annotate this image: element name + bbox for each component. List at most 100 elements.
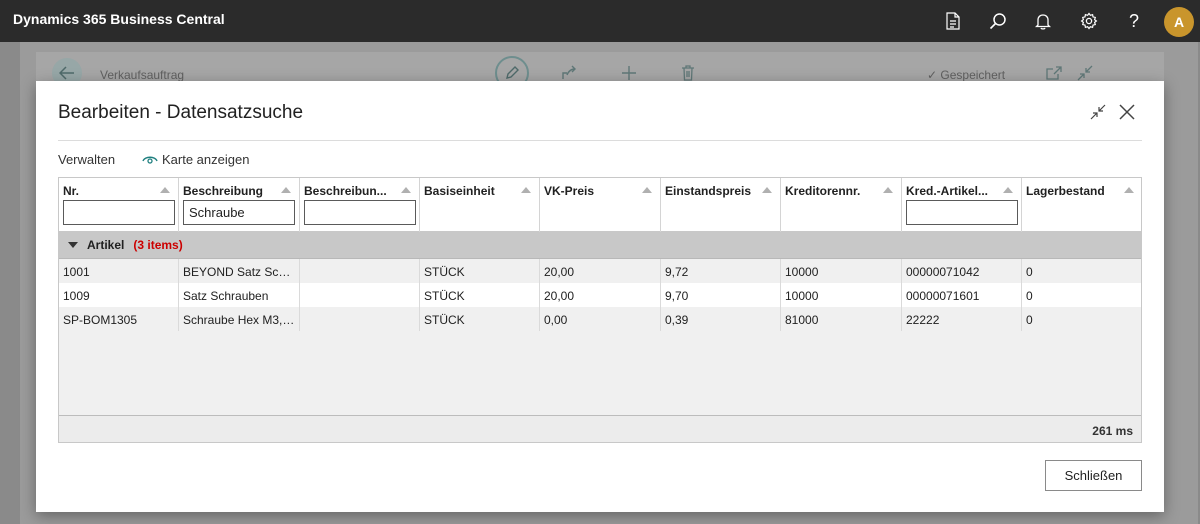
column-header-nr[interactable]: Nr.: [59, 178, 179, 232]
cell-beschreibung: BEYOND Satz Schr...: [179, 259, 300, 283]
cell-basiseinheit: STÜCK: [420, 307, 540, 331]
search-icon[interactable]: [987, 10, 1009, 32]
app-title: Dynamics 365 Business Central: [13, 11, 225, 27]
cell-lagerbestand: 0: [1026, 289, 1033, 303]
results-grid: Nr. Beschreibung Beschreibun... Basisein…: [58, 177, 1142, 443]
close-dialog-button[interactable]: [1115, 100, 1139, 124]
grid-empty-area: [59, 331, 1141, 416]
group-count: (3 items): [133, 238, 183, 252]
filter-input-beschreibung[interactable]: [183, 200, 295, 225]
collapse-icon: [1090, 104, 1106, 120]
cell-kred-artikel: 00000071601: [902, 283, 1022, 307]
cell-beschreibung-2: [300, 283, 420, 307]
cell-lagerbestand: 0: [1026, 313, 1033, 327]
column-label: Einstandspreis: [665, 184, 752, 198]
sort-icon[interactable]: [281, 187, 291, 193]
saved-status-label: Gespeichert: [940, 68, 1006, 82]
column-label: Kreditorennr.: [785, 184, 861, 198]
saved-status: ✓ Gespeichert: [927, 68, 1005, 82]
sort-icon[interactable]: [521, 187, 531, 193]
filter-input-kred-artikel[interactable]: [906, 200, 1018, 225]
sort-icon[interactable]: [642, 187, 652, 193]
collapse-icon[interactable]: [1075, 64, 1095, 82]
sort-icon[interactable]: [762, 187, 772, 193]
cell-vk-preis: 20,00: [540, 283, 661, 307]
column-header-basiseinheit[interactable]: Basiseinheit: [420, 178, 540, 232]
app-bar: Dynamics 365 Business Central ? A: [0, 0, 1200, 42]
column-header-kreditorennr[interactable]: Kreditorennr.: [781, 178, 902, 232]
cell-kreditorennr: 81000: [781, 307, 902, 331]
column-label: Beschreibung: [183, 184, 264, 198]
sort-icon[interactable]: [160, 187, 170, 193]
grid-header: Nr. Beschreibung Beschreibun... Basisein…: [59, 178, 1141, 232]
column-label: Beschreibun...: [304, 184, 387, 198]
cell-kreditorennr: 10000: [781, 283, 902, 307]
cell-kred-artikel: 22222: [902, 307, 1022, 331]
cell-kreditorennr: 10000: [781, 259, 902, 283]
column-header-kred-artikel[interactable]: Kred.-Artikel...: [902, 178, 1022, 232]
delete-icon[interactable]: [678, 64, 698, 82]
close-button[interactable]: Schließen: [1045, 460, 1142, 491]
open-new-window-icon[interactable]: [1044, 64, 1064, 82]
column-label: Kred.-Artikel...: [906, 184, 989, 198]
cell-beschreibung: Schraube Hex M3, ...: [179, 307, 300, 331]
avatar[interactable]: A: [1164, 7, 1194, 37]
gear-icon[interactable]: [1078, 10, 1100, 32]
column-header-beschreibung[interactable]: Beschreibung: [179, 178, 300, 232]
pencil-icon: [506, 66, 519, 79]
table-row[interactable]: 1001 BEYOND Satz Schr... STÜCK 20,00 9,7…: [59, 259, 1141, 283]
caret-down-icon[interactable]: [68, 242, 78, 248]
collapse-dialog-button[interactable]: [1086, 100, 1110, 124]
manage-action-label: Verwalten: [58, 152, 116, 167]
arrow-left-icon: [59, 66, 74, 80]
manage-action[interactable]: Verwalten: [58, 152, 115, 167]
dialog-title: Bearbeiten - Datensatzsuche: [58, 102, 304, 123]
cell-einstandspreis: 0,39: [661, 307, 781, 331]
cell-nr: 1001: [59, 259, 179, 283]
cell-basiseinheit: STÜCK: [420, 283, 540, 307]
cell-beschreibung-2: [300, 307, 420, 331]
show-card-action-label: Karte anzeigen: [162, 152, 250, 167]
record-search-dialog: Bearbeiten - Datensatzsuche Verwalten Ka…: [36, 81, 1164, 512]
eye-icon: [142, 156, 158, 164]
filter-input-beschreibung-2[interactable]: [304, 200, 416, 225]
column-header-lagerbestand[interactable]: Lagerbestand: [1022, 178, 1141, 232]
cell-kred-artikel: 00000071042: [902, 259, 1022, 283]
group-header-artikel[interactable]: Artikel (3 items): [59, 232, 1141, 259]
cell-vk-preis: 0,00: [540, 307, 661, 331]
close-icon: [1119, 104, 1135, 120]
bell-icon[interactable]: [1032, 10, 1054, 32]
cell-vk-preis: 20,00: [540, 259, 661, 283]
column-label: VK-Preis: [544, 184, 595, 198]
cell-einstandspreis: 9,72: [661, 259, 781, 283]
cell-basiseinheit: STÜCK: [420, 259, 540, 283]
cell-nr: SP-BOM1305: [59, 307, 179, 331]
plus-icon[interactable]: [619, 64, 639, 82]
share-icon[interactable]: [560, 64, 580, 82]
background-page-title: Verkaufsauftrag: [100, 68, 185, 82]
sort-icon[interactable]: [883, 187, 893, 193]
cell-nr: 1009: [59, 283, 179, 307]
show-card-action[interactable]: Karte anzeigen: [142, 152, 249, 167]
group-name: Artikel: [87, 238, 125, 252]
divider: [58, 140, 1142, 141]
column-label: Lagerbestand: [1026, 184, 1105, 198]
filter-input-nr[interactable]: [63, 200, 175, 225]
column-header-einstandspreis[interactable]: Einstandspreis: [661, 178, 781, 232]
table-row[interactable]: 1009 Satz Schrauben STÜCK 20,00 9,70 100…: [59, 283, 1141, 307]
column-header-beschreibung-2[interactable]: Beschreibun...: [300, 178, 420, 232]
cell-einstandspreis: 9,70: [661, 283, 781, 307]
cell-beschreibung: Satz Schrauben: [179, 283, 300, 307]
column-label: Nr.: [63, 184, 80, 198]
column-label: Basiseinheit: [424, 184, 495, 198]
sort-icon[interactable]: [1003, 187, 1013, 193]
table-row[interactable]: SP-BOM1305 Schraube Hex M3, ... STÜCK 0,…: [59, 307, 1141, 331]
sort-icon[interactable]: [1124, 187, 1134, 193]
cell-lagerbestand: 0: [1026, 265, 1033, 279]
check-icon: ✓: [927, 68, 938, 82]
help-icon[interactable]: ?: [1123, 10, 1145, 32]
document-icon[interactable]: [942, 10, 964, 32]
column-header-vk-preis[interactable]: VK-Preis: [540, 178, 661, 232]
sort-icon[interactable]: [401, 187, 411, 193]
timing-label: 261 ms: [1092, 424, 1133, 438]
